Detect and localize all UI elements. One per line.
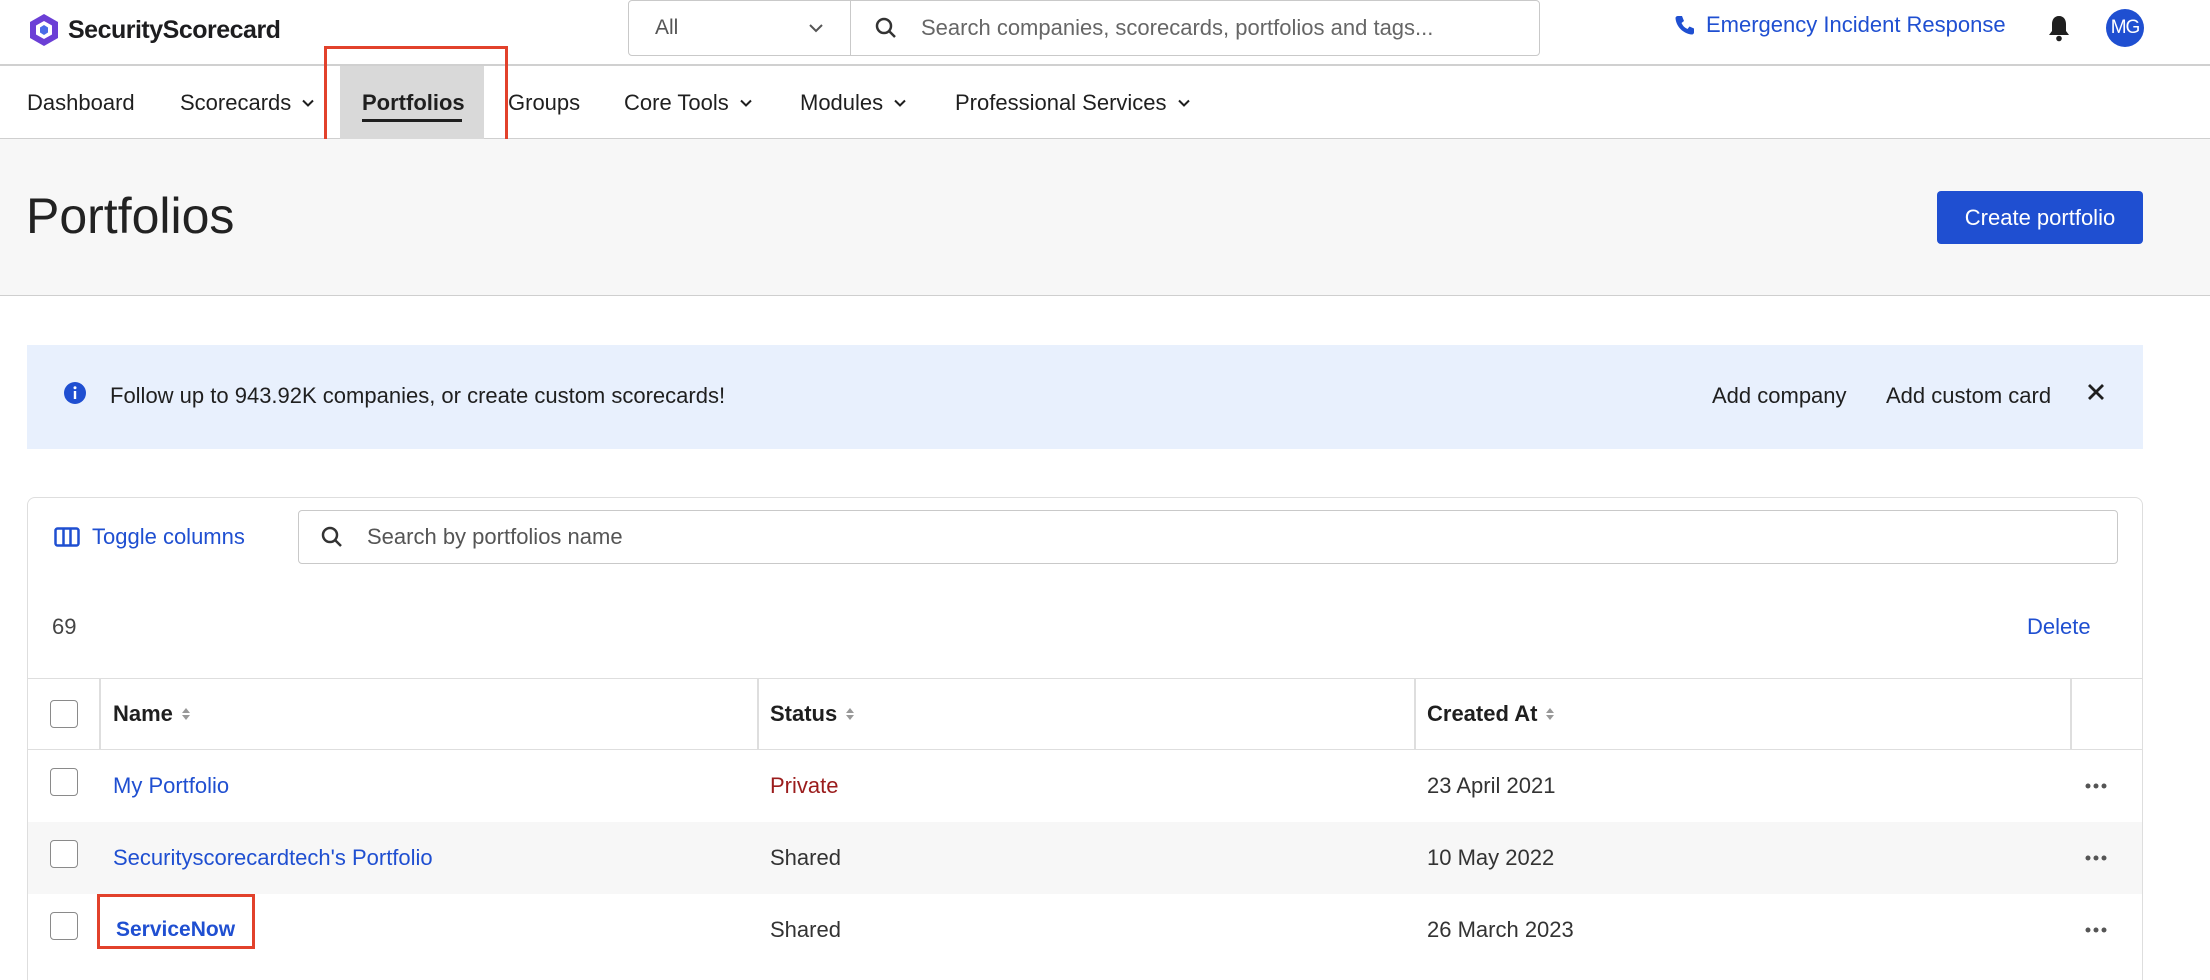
chevron-down-icon (302, 99, 314, 107)
column-divider (2070, 679, 2072, 749)
search-input[interactable] (921, 15, 1481, 41)
status-badge: Private (770, 773, 839, 798)
page-title: Portfolios (26, 188, 235, 244)
select-all-checkbox[interactable] (50, 700, 78, 728)
info-icon (64, 382, 86, 404)
created-at: 26 March 2023 (1427, 917, 1574, 942)
nav-item-dashboard[interactable]: Dashboard (27, 66, 135, 139)
phone-icon (1675, 16, 1694, 35)
info-banner: Follow up to 943.92K companies, or creat… (27, 345, 2143, 449)
column-divider (99, 679, 101, 749)
row-checkbox[interactable] (50, 768, 78, 796)
portfolio-search (298, 510, 2118, 564)
column-header-label: Created At (1427, 701, 1538, 726)
delete-button[interactable]: Delete (2027, 614, 2091, 640)
more-options-icon[interactable] (2085, 855, 2107, 861)
column-divider (1414, 679, 1416, 749)
nav-item-scorecards[interactable]: Scorecards (180, 66, 315, 139)
table-row: Securityscorecardtech's Portfolio Shared… (28, 822, 2142, 894)
create-portfolio-button[interactable]: Create portfolio (1937, 191, 2143, 244)
portfolio-count: 69 (52, 614, 77, 639)
chevron-down-icon (740, 99, 752, 107)
highlight-box-servicenow (97, 894, 255, 949)
nav-item-label: Modules (800, 89, 884, 115)
nav-item-label: Core Tools (624, 89, 729, 115)
nav-item-label: Groups (508, 89, 581, 115)
table-row: ServiceNow Shared 26 March 2023 (28, 894, 2142, 966)
search-scope-value: All (655, 16, 679, 39)
nav-item-label: Dashboard (27, 89, 135, 115)
global-search: All (628, 0, 1540, 56)
search-icon (875, 17, 896, 38)
chevron-down-icon (894, 99, 906, 107)
search-field (851, 1, 1539, 55)
status-badge: Shared (770, 917, 841, 942)
page-header: Portfolios Create portfolio (0, 139, 2210, 296)
nav-item-groups[interactable]: Groups (508, 66, 580, 139)
created-at: 23 April 2021 (1427, 773, 1556, 798)
nav-item-label: Scorecards (180, 89, 292, 115)
close-icon[interactable] (2085, 381, 2107, 403)
columns-icon (54, 527, 80, 547)
sort-icon (1546, 708, 1555, 720)
nav-item-core-tools[interactable]: Core Tools (624, 66, 753, 139)
bell-icon[interactable] (2046, 14, 2072, 42)
column-header-status[interactable]: Status (770, 679, 855, 749)
column-header-label: Status (770, 701, 838, 726)
add-custom-card-button[interactable]: Add custom card (1886, 383, 2051, 409)
status-badge: Shared (770, 845, 841, 870)
chevron-down-icon (809, 24, 823, 33)
column-divider (757, 679, 759, 749)
toggle-columns-button[interactable]: Toggle columns (54, 524, 245, 550)
chevron-down-icon (1177, 99, 1190, 107)
created-at: 10 May 2022 (1427, 845, 1555, 870)
table-header: Name Status Created At (28, 678, 2142, 750)
table-row: My Portfolio Private 23 April 2021 (28, 750, 2142, 822)
portfolios-table-card: Toggle columns 69 Delete Name Status Cre… (27, 497, 2143, 980)
sort-icon (846, 708, 855, 720)
securityscorecard-logo-icon (30, 14, 58, 46)
search-icon (321, 526, 342, 547)
nav-item-professional-services[interactable]: Professional Services (955, 66, 1191, 139)
column-header-name[interactable]: Name (113, 679, 191, 749)
row-checkbox[interactable] (50, 840, 78, 868)
sort-icon (181, 708, 190, 720)
add-company-button[interactable]: Add company (1712, 383, 1847, 409)
portfolio-name-link[interactable]: Securityscorecardtech's Portfolio (113, 822, 433, 894)
search-scope-select[interactable]: All (629, 1, 851, 55)
more-options-icon[interactable] (2085, 927, 2107, 933)
portfolio-name-link[interactable]: My Portfolio (113, 750, 229, 822)
emergency-incident-link[interactable]: Emergency Incident Response (1674, 12, 2006, 38)
column-header-created-at[interactable]: Created At (1427, 679, 1555, 749)
toggle-columns-label: Toggle columns (92, 524, 245, 549)
nav-item-label: Professional Services (955, 89, 1167, 115)
logo-text: SecurityScorecard (68, 15, 281, 44)
emergency-label: Emergency Incident Response (1706, 12, 2006, 37)
avatar[interactable]: MG (2106, 9, 2144, 47)
banner-message: Follow up to 943.92K companies, or creat… (110, 383, 726, 408)
portfolio-search-input[interactable] (367, 524, 1967, 550)
nav-item-modules[interactable]: Modules (800, 66, 907, 139)
more-options-icon[interactable] (2085, 783, 2107, 789)
column-header-label: Name (113, 701, 173, 726)
row-checkbox[interactable] (50, 912, 78, 940)
logo[interactable]: SecurityScorecard (26, 8, 281, 52)
